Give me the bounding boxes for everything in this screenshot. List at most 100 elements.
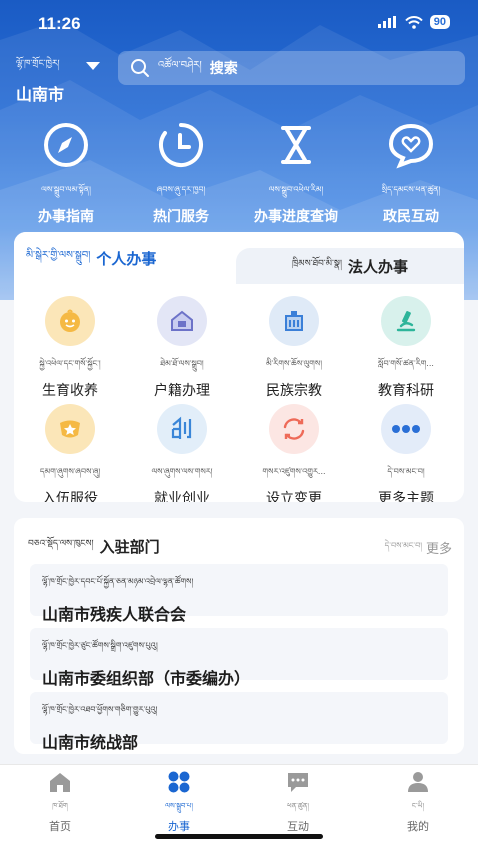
departments-title-tibetan: བཅའ་སྡོད་ལས་ཁུངས།	[28, 539, 94, 549]
create-icon	[171, 416, 192, 439]
quick-link-label: 热门服务	[153, 208, 209, 224]
service-label: 教育科研	[378, 382, 434, 398]
department-name-tibetan: ལྷོ་ཁ་གྲོང་ཁྱེར་ཙུང་ཚོགས་སྒྲིག་འཛུགས་པུའ…	[42, 641, 158, 650]
service-label-tibetan: ཐེམ་ཐོ་ལས་སྒྲུབ།	[160, 359, 204, 368]
tab-legal-entity[interactable]: ཁྲིམས་ཐོབ་མི་སྣ། 法人办事	[236, 248, 464, 284]
service-establish-change[interactable]: གསར་འཛུགས་འགྱུར... 设立变更	[238, 404, 350, 502]
refresh-icon	[283, 418, 305, 440]
tab-personal-tibetan: མི་སྒེར་གྱི་ལས་སྒྲུབ།	[26, 250, 91, 261]
tab-profile[interactable]: ང་ཡི། 我的	[378, 771, 458, 834]
signal-icon	[377, 16, 396, 28]
department-item[interactable]: ལྷོ་ཁ་གྲོང་ཁྱེར་དབང་པོ་སྐྱོན་ཅན་མཉམ་འབྲེ…	[30, 564, 448, 624]
battery-indicator: 90	[429, 15, 450, 29]
service-label-tibetan: སྐྱེ་འཕེལ་དང་གསོ་སྐྱོང་།	[39, 359, 101, 368]
house-icon	[171, 310, 193, 331]
departments-title: 入驻部门	[99, 539, 160, 556]
tab-legal-tibetan: ཁྲིམས་ཐོབ་མི་སྣ།	[292, 258, 342, 269]
service-label-tibetan: ལས་ཞུགས་ལས་གསར།	[151, 467, 213, 476]
more-link-label: 更多	[425, 541, 452, 556]
service-label-tibetan: གསར་འཛུགས་འགྱུར...	[262, 467, 326, 476]
service-label: 入伍服役	[42, 490, 98, 502]
search-bar[interactable]: འཚོལ་བཤེར། 搜索	[118, 51, 465, 85]
tab-label: 互动	[287, 821, 309, 833]
department-name: 山南市统战部	[42, 735, 139, 752]
service-icon-bg	[157, 404, 207, 454]
tab-interaction[interactable]: ཕན་ཚུན། 互动	[258, 771, 338, 834]
quick-link-tibetan: ལས་སྒྲུབ་ལམ་སྟོན།	[41, 185, 91, 194]
quick-link-interaction[interactable]: སྲིད་དམངས་ཕན་ཚུན། 政民互动	[351, 120, 471, 226]
status-time: 11:26	[38, 14, 81, 33]
microscope-icon	[396, 311, 416, 332]
departments-section: བཅའ་སྡོད་ལས་ཁུངས། 入驻部门 དེ་བས་མང་བ། 更多 ལྷ…	[14, 518, 464, 754]
service-ethnic-religion[interactable]: མི་རིགས་ཆོས་ལུགས། 民族宗教	[238, 296, 350, 400]
service-icon-bg	[45, 296, 95, 346]
tab-label-tibetan: ང་ཡི།	[411, 802, 425, 810]
service-label-tibetan: དམག་ཞུགས་ཞབས་ཞུ།	[39, 467, 101, 476]
service-label-tibetan: སློབ་གསོ་ཚན་རིག...	[378, 359, 434, 368]
message-icon	[288, 773, 308, 792]
service-icon-bg	[381, 296, 431, 346]
more-departments-link[interactable]: དེ་བས་མང་བ། 更多	[385, 536, 452, 559]
quick-link-guide[interactable]: ལས་སྒྲུབ་ལམ་སྟོན། 办事指南	[6, 120, 126, 226]
quick-link-label: 政民互动	[383, 208, 439, 224]
tab-personal[interactable]: མི་སྒེར་གྱི་ལས་སྒྲུབ། 个人办事	[14, 232, 236, 284]
chevron-down-icon[interactable]	[86, 62, 100, 70]
service-education-research[interactable]: སློབ་གསོ་ཚན་རིག... 教育科研	[350, 296, 462, 400]
tab-personal-label: 个人办事	[96, 250, 157, 268]
baby-icon	[60, 309, 80, 332]
tab-label-tibetan: ཁ་ཐོག	[52, 802, 68, 810]
quick-link-tibetan: ལས་སྒྲུབ་འཕེལ་རིམ།	[268, 185, 324, 194]
city-label-tibetan: ལྷོ་ཁ་གྲོང་ཁྱེར།	[16, 59, 60, 69]
person-icon	[408, 772, 428, 792]
department-name: 山南市委组织部（市委编办）	[42, 671, 251, 688]
more-icon	[392, 425, 420, 433]
tab-home[interactable]: ཁ་ཐོག 首页	[20, 771, 100, 834]
search-icon	[131, 59, 149, 77]
service-military-service[interactable]: དམག་ཞུགས་ཞབས་ཞུ། 入伍服役	[14, 404, 126, 502]
tab-services[interactable]: ལས་སྒྲུབ་པ། 办事	[139, 771, 219, 834]
service-more-topics[interactable]: དེ་བས་མང་བ། 更多主题	[350, 404, 462, 502]
service-employment[interactable]: ལས་ཞུགས་ལས་གསར། 就业创业	[126, 404, 238, 502]
quick-link-hot-services[interactable]: ཞབས་ཞུ་དར་ཁྱབ། 热门服务	[121, 120, 241, 226]
service-icon-bg	[157, 296, 207, 346]
compass-icon	[44, 123, 88, 167]
service-icon-bg	[45, 404, 95, 454]
status-bar: 11:26 90	[0, 0, 478, 48]
service-birth-adoption[interactable]: སྐྱེ་འཕེལ་དང་གསོ་སྐྱོང་། 生育收养	[14, 296, 126, 400]
quick-link-label: 办事指南	[38, 208, 94, 224]
tab-label-tibetan: ཕན་ཚུན།	[287, 802, 309, 810]
service-icon-bg	[381, 404, 431, 454]
home-icon	[50, 773, 70, 792]
hourglass-icon	[281, 126, 311, 164]
chat-heart-icon	[388, 123, 434, 169]
tab-legal-label: 法人办事	[347, 258, 408, 276]
department-item[interactable]: ལྷོ་ཁ་གྲོང་ཁྱེར་འཐབ་ཕྱོགས་གཅིག་གྱུར་པུའུ…	[30, 692, 448, 752]
quick-link-tibetan: སྲིད་དམངས་ཕན་ཚུན།	[381, 185, 441, 194]
quick-link-label: 办事进度查询	[254, 208, 338, 224]
badge-icon	[60, 420, 80, 438]
search-placeholder-tibetan: འཚོལ་བཤེར།	[158, 60, 202, 71]
service-household-registration[interactable]: ཐེམ་ཐོ་ལས་སྒྲུབ། 户籍办理	[126, 296, 238, 400]
tab-label-tibetan: ལས་སྒྲུབ་པ།	[165, 802, 193, 810]
wifi-icon	[405, 15, 423, 29]
tab-label: 首页	[49, 821, 71, 833]
department-item[interactable]: ལྷོ་ཁ་གྲོང་ཁྱེར་ཙུང་ཚོགས་སྒྲིག་འཛུགས་པུའ…	[30, 628, 448, 688]
clock-icon	[159, 123, 203, 167]
service-label: 就业创业	[154, 490, 210, 502]
city-selector[interactable]: ལྷོ་ཁ་གྲོང་ཁྱེར། 山南市	[16, 54, 64, 105]
services-card: མི་སྒེར་གྱི་ལས་སྒྲུབ། 个人办事 ཁྲིམས་ཐོབ་མི་…	[14, 232, 464, 502]
quick-link-progress[interactable]: ལས་སྒྲུབ་འཕེལ་རིམ། 办事进度查询	[236, 120, 356, 226]
search-placeholder: 搜索	[209, 60, 238, 76]
quick-link-tibetan: ཞབས་ཞུ་དར་ཁྱབ།	[156, 185, 206, 194]
tab-label: 办事	[168, 821, 190, 833]
service-label: 设立变更	[266, 490, 322, 502]
grid-icon	[168, 771, 190, 793]
department-name: 山南市残疾人联合会	[42, 607, 187, 624]
service-icon-bg	[269, 404, 319, 454]
department-name-tibetan: ལྷོ་ཁ་གྲོང་ཁྱེར་འཐབ་ཕྱོགས་གཅིག་གྱུར་པུའུ…	[42, 705, 158, 714]
city-name: 山南市	[16, 87, 65, 104]
service-label: 户籍办理	[154, 382, 210, 398]
service-label: 生育收养	[42, 382, 98, 398]
service-label: 更多主题	[378, 490, 434, 502]
service-icon-bg	[269, 296, 319, 346]
